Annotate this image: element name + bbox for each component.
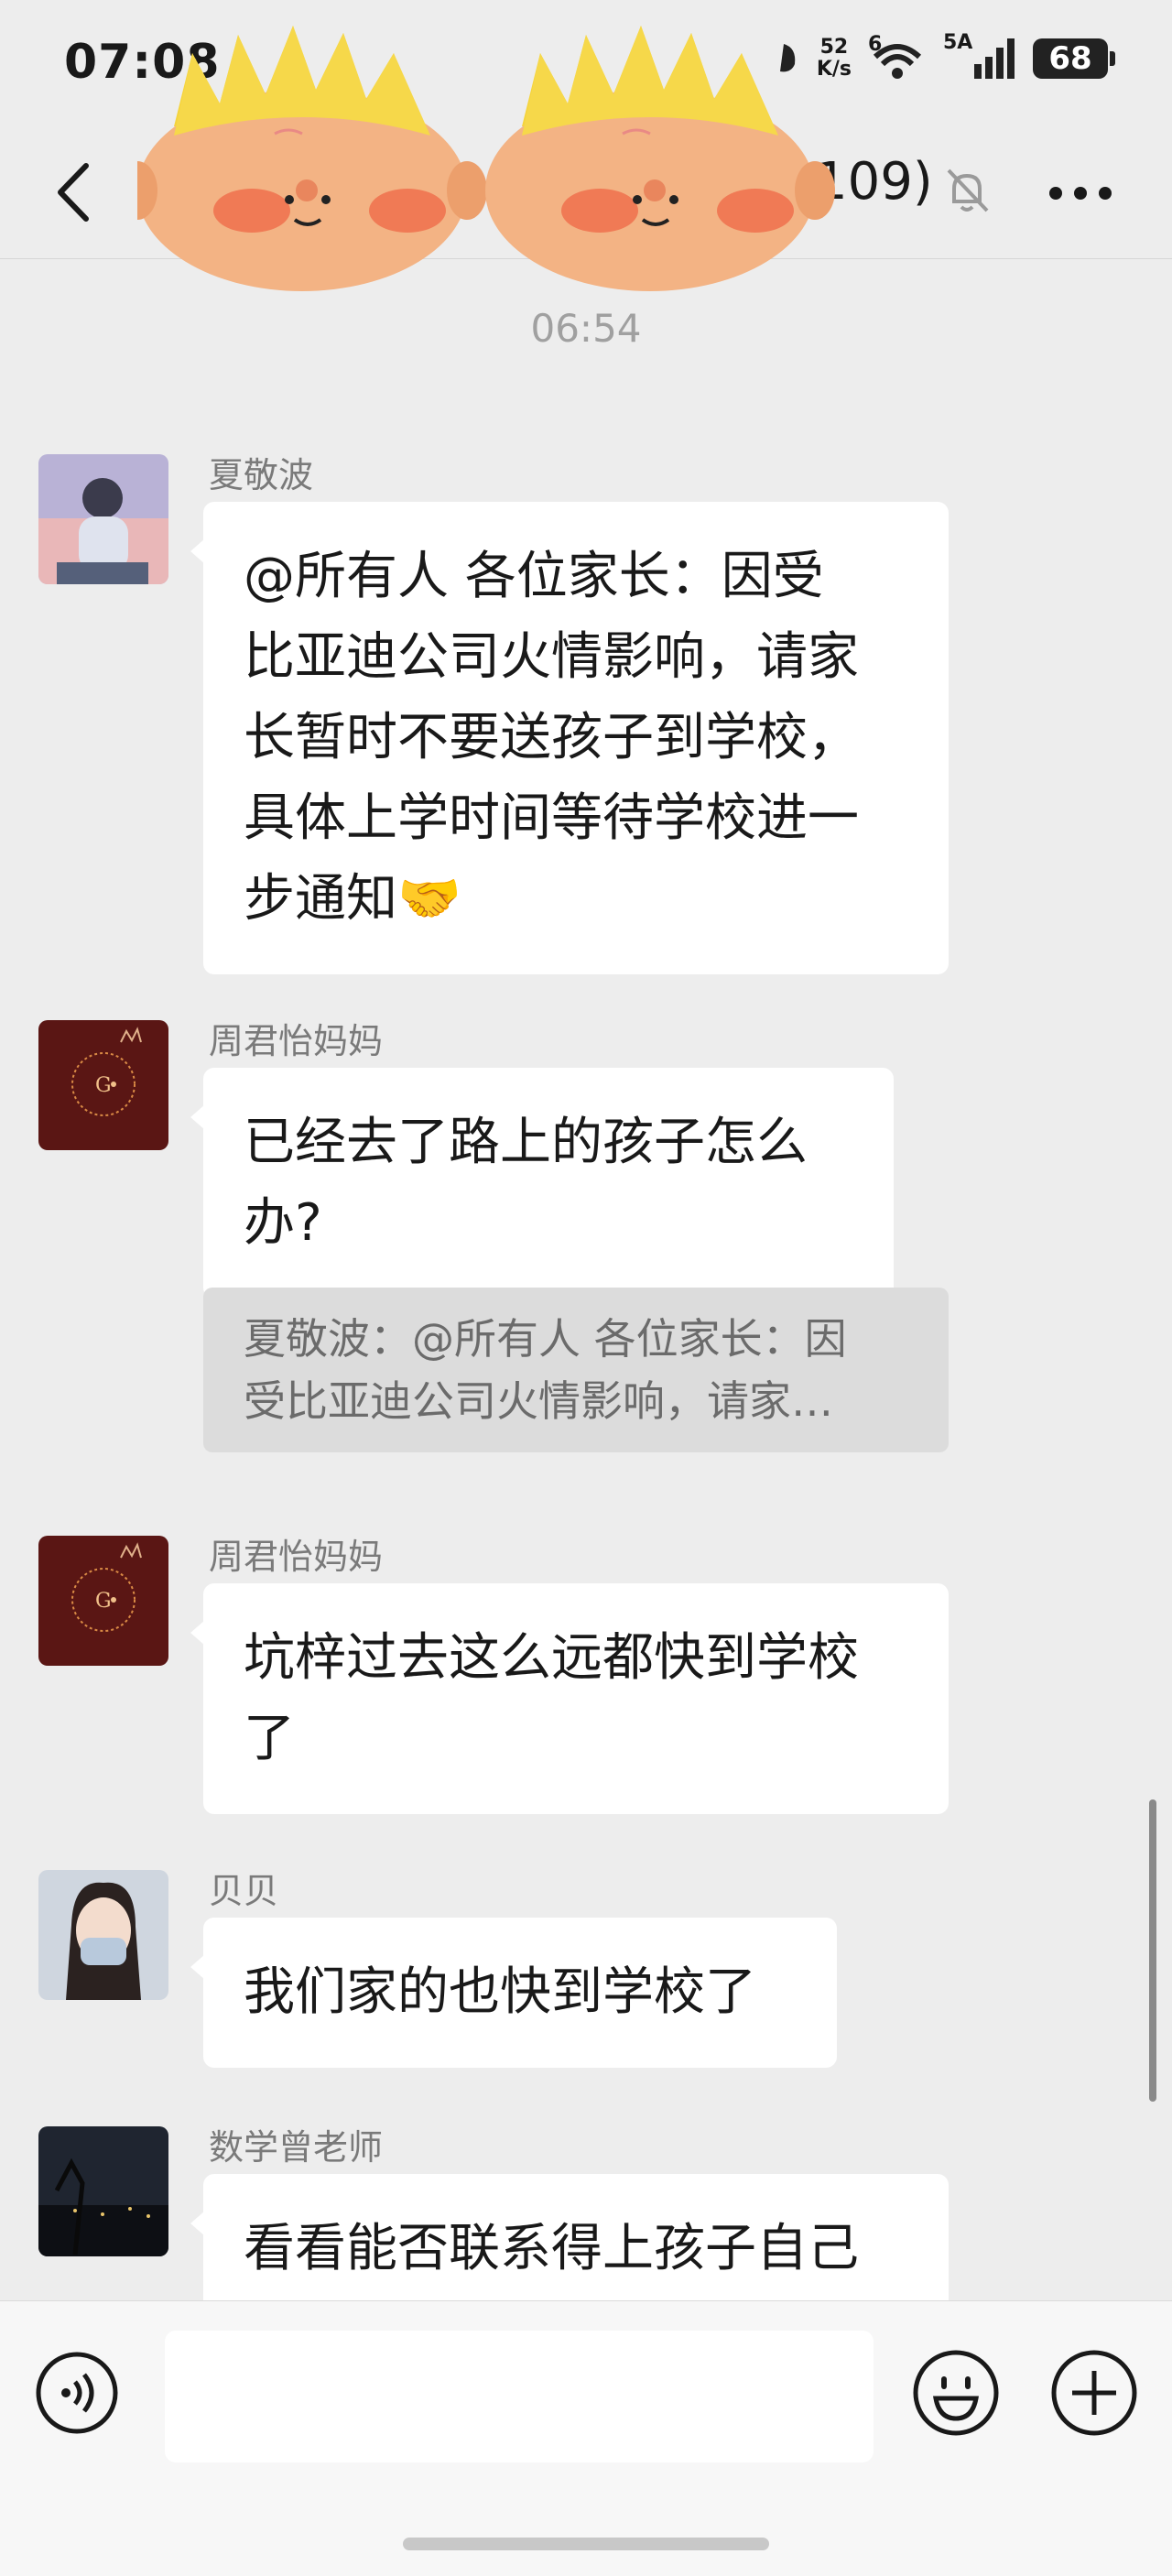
message-timestamp: 06:54 <box>530 306 642 351</box>
battery-indicator: 68 <box>1033 38 1115 79</box>
message-line: 长暂时不要送孩子到学校， <box>244 708 859 767</box>
quoted-message[interactable]: 夏敬波：@所有人 各位家长：因 受比亚迪公司火情影响，请家… <box>203 1288 949 1452</box>
signal-label: 5A <box>943 31 973 54</box>
back-button[interactable] <box>37 156 110 229</box>
plus-icon[interactable] <box>1048 2347 1140 2439</box>
message-bubble[interactable]: 已经去了路上的孩子怎么 办? <box>190 1068 894 1299</box>
quote-line: 受比亚迪公司火情影响，请家… <box>244 1376 833 1426</box>
message-line: 具体上学时间等待学校进一 <box>244 788 859 848</box>
message-line: 坑梓过去这么远都快到学校 <box>244 1628 859 1688</box>
message-line: 我们家的也快到学校了 <box>244 1962 756 2022</box>
message-line: 比亚迪公司火情影响，请家 <box>244 627 859 687</box>
chat-message-list[interactable]: 06:54 夏敬波 @所有人 各位家长：因受 比亚迪公司火情影响，请家 长暂时不… <box>0 258 1172 2300</box>
avatar[interactable] <box>38 2126 168 2256</box>
avatar[interactable] <box>38 1870 168 2000</box>
message-input-bar <box>0 2300 1172 2576</box>
doll-face-sticker <box>137 26 487 291</box>
chevron-left-icon <box>58 163 89 222</box>
sender-name: 周君怡妈妈 <box>209 1537 384 1577</box>
svg-text:G: G <box>95 1074 112 1097</box>
doll-face-sticker <box>485 26 835 291</box>
message-line: 回家，或者家长去接一下吧 <box>244 2289 908 2300</box>
sender-name: 夏敬波 <box>209 455 314 495</box>
wifi-icon: 6 <box>868 33 927 81</box>
scrollbar[interactable] <box>1149 1799 1156 2102</box>
avatar[interactable]: G <box>38 1536 168 1666</box>
emoji-icon[interactable] <box>910 2347 1002 2439</box>
sender-name: 周君怡妈妈 <box>209 1021 384 1061</box>
message-input[interactable] <box>165 2331 874 2462</box>
bell-off-icon <box>947 168 989 212</box>
home-indicator[interactable] <box>403 2538 769 2550</box>
quote-line: 夏敬波：@所有人 各位家长：因 <box>244 1314 847 1364</box>
avatar[interactable]: G <box>38 1020 168 1150</box>
voice-icon[interactable] <box>35 2351 119 2435</box>
more-horizontal-icon <box>1049 187 1112 200</box>
avatar[interactable] <box>38 454 168 584</box>
wifi-label: 6 <box>868 33 883 56</box>
battery-level: 68 <box>1048 40 1092 77</box>
message-line: 看看能否联系得上孩子自己 <box>244 2219 859 2278</box>
message-bubble[interactable]: @所有人 各位家长：因受 比亚迪公司火情影响，请家 长暂时不要送孩子到学校， 具… <box>190 502 949 974</box>
message-bubble[interactable]: 我们家的也快到学校了 <box>190 1918 837 2068</box>
svg-text:G: G <box>95 1590 112 1613</box>
sender-name: 贝贝 <box>209 1871 279 1911</box>
message-line: 办? <box>244 1193 322 1253</box>
sticker-overlay <box>137 26 835 291</box>
more-button[interactable] <box>1044 161 1117 225</box>
sender-name: 数学曾老师 <box>209 2127 384 2168</box>
message-line: 已经去了路上的孩子怎么 <box>244 1113 808 1172</box>
signal-icon: 5A <box>943 31 1016 81</box>
message-line: @所有人 各位家长：因受 <box>244 547 824 606</box>
message-bubble[interactable]: 看看能否联系得上孩子自己 回家，或者家长去接一下吧 <box>190 2174 949 2300</box>
message-line: 了 <box>244 1709 295 1768</box>
message-bubble[interactable]: 坑梓过去这么远都快到学校 了 <box>190 1583 949 1814</box>
message-line: 步通知🤝 <box>244 869 461 929</box>
